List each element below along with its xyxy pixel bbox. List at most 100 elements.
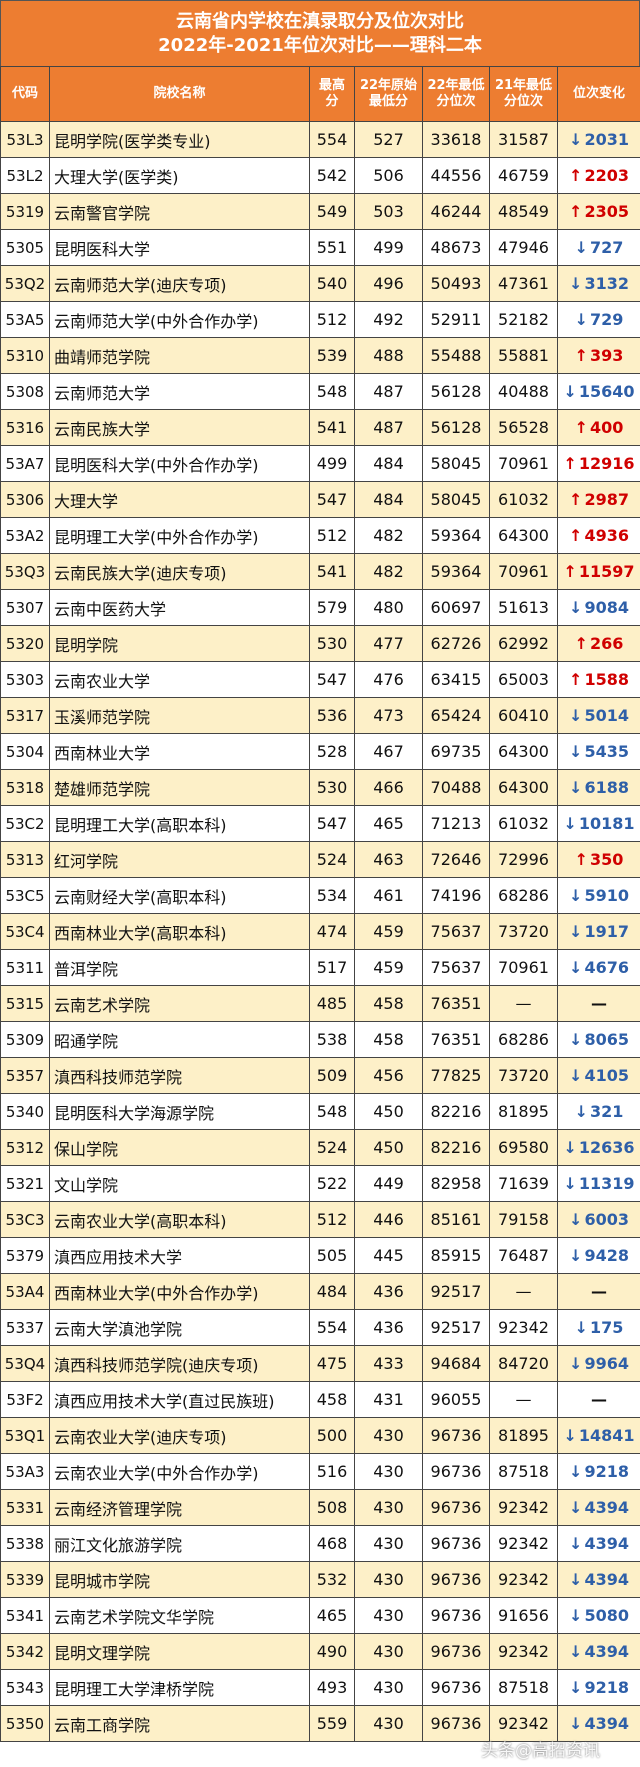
cell-school-name: 云南师范大学 [49,373,310,410]
arrow-down-icon: ↓ [563,1138,577,1157]
cell-min-score-22: 480 [354,589,423,626]
cell-code: 5311 [0,949,50,986]
cell-rank-change: ↓ 3132 [557,265,640,302]
arrow-up-icon: ↑ [563,454,577,473]
cell-rank-change: — [557,1381,640,1418]
cell-code: 53L2 [0,157,50,194]
cell-rank-change: ↓ 5910 [557,877,640,914]
cell-min-score-22: 476 [354,661,423,698]
cell-code: 5309 [0,1021,50,1058]
cell-school-name: 昆明医科大学(中外合作办学) [49,445,310,482]
arrow-up-icon: ↑ [574,850,588,869]
cell-rank-change: ↓ 4394 [557,1561,640,1598]
table-row: 5338 丽江文化旅游学院 468 430 96736 92342 ↓ 4394 [0,1525,640,1562]
arrow-down-icon: ↓ [569,742,583,761]
cell-rank-change: ↓ 8065 [557,1021,640,1058]
cell-min-rank-22: 76351 [422,1021,490,1058]
cell-max-score: 528 [309,733,355,770]
table-row: 53F2 滇西应用技术大学(直过民族班) 458 431 96055— — [0,1381,640,1418]
cell-min-score-22: 430 [354,1525,423,1562]
table-row: 5307 云南中医药大学 579 480 60697 51613 ↓ 9084 [0,589,640,626]
arrow-down-icon: ↓ [569,1498,583,1517]
table-row: 53L2 大理大学(医学类) 542 506 44556 46759 ↑ 2203 [0,157,640,194]
rank-change-value: 10181 [578,814,635,833]
rank-change-value: 11597 [578,562,635,581]
table-row: 53A3 云南农业大学(中外合作办学) 516 430 96736 87518 ↓ 9218 [0,1453,640,1490]
table-row: 5303 云南农业大学 547 476 63415 65003 ↑ 1588 [0,661,640,698]
rank-change-value: 4394 [584,1642,629,1661]
rank-change-value: 1917 [584,922,629,941]
cell-code: 53L3 [0,121,50,158]
cell-min-rank-21: 81895 [489,1093,558,1130]
cell-school-name: 丽江文化旅游学院 [49,1525,310,1562]
cell-min-rank-21: 70961 [489,949,558,986]
cell-min-score-22: 430 [354,1489,423,1526]
cell-min-rank-22: 85161 [422,1201,490,1238]
cell-min-rank-21: 65003 [489,661,558,698]
cell-rank-change: ↑ 11597 [557,553,640,590]
cell-school-name: 西南林业大学(中外合作办学) [49,1273,310,1310]
header-school-name: 院校名称 [49,66,310,122]
cell-school-name: 云南财经大学(高职本科) [49,877,310,914]
cell-rank-change: ↓ 5014 [557,697,640,734]
cell-min-score-22: 465 [354,805,423,842]
rank-change-value: — [591,1282,607,1301]
cell-min-rank-22: 76351 [422,985,490,1022]
arrow-down-icon: ↓ [569,130,583,149]
cell-min-score-22: 527 [354,121,423,158]
table-row: 53C2 昆明理工大学(高职本科) 547 465 71213 61032 ↓ 10181 [0,805,640,842]
rank-change-value: 5014 [584,706,629,725]
arrow-up-icon: ↑ [569,526,583,545]
cell-min-score-22: 463 [354,841,423,878]
cell-max-score: 539 [309,337,355,374]
cell-min-score-22: 430 [354,1633,423,1670]
cell-school-name: 大理大学(医学类) [49,157,310,194]
cell-min-score-22: 430 [354,1561,423,1598]
cell-code: 53C2 [0,805,50,842]
cell-code: 53A4 [0,1273,50,1310]
cell-max-score: 493 [309,1669,355,1706]
cell-min-rank-22: 92517 [422,1273,490,1310]
cell-code: 5342 [0,1633,50,1670]
cell-school-name: 云南农业大学(中外合作办学) [49,1453,310,1490]
rank-change-value: 350 [590,850,624,869]
rank-change-value: 9084 [584,598,629,617]
table-row: 5308 云南师范大学 548 487 56128 40488 ↓ 15640 [0,373,640,410]
cell-min-score-22: 430 [354,1669,423,1706]
rank-change-value: 321 [590,1102,624,1121]
cell-rank-change: — [557,1273,640,1310]
arrow-down-icon: ↓ [563,382,577,401]
cell-min-rank-22: 94684 [422,1345,490,1382]
cell-max-score: 485 [309,985,355,1022]
cell-min-rank-21: 92342 [489,1309,558,1346]
rank-change-value: 9964 [584,1354,629,1373]
cell-min-rank-21: 81895 [489,1417,558,1454]
header-22-min-score: 22年原始最低分 [354,66,423,122]
arrow-down-icon: ↓ [574,1102,588,1121]
cell-max-score: 538 [309,1021,355,1058]
cell-min-score-22: 467 [354,733,423,770]
cell-min-score-22: 473 [354,697,423,734]
rank-change-value: 9218 [584,1678,629,1697]
cell-min-rank-22: 72646 [422,841,490,878]
rank-change-value: 1588 [584,670,629,689]
rank-change-value: 9428 [584,1246,629,1265]
cell-school-name: 滇西应用技术大学(直过民族班) [49,1381,310,1418]
table-row: 5337 云南大学滇池学院 554 436 92517 92342 ↓ 175 [0,1309,640,1346]
cell-max-score: 532 [309,1561,355,1598]
cell-min-score-22: 487 [354,409,423,446]
header-row: 代码 院校名称 最高分 22年原始最低分 22年最低分位次 21年最低分位次 位… [0,66,640,122]
cell-min-rank-21: 31587 [489,121,558,158]
table-row: 5320 昆明学院 530 477 62726 62992 ↑ 266 [0,625,640,662]
cell-code: 53C5 [0,877,50,914]
cell-school-name: 云南经济管理学院 [49,1489,310,1526]
cell-code: 5339 [0,1561,50,1598]
cell-min-rank-21: 70961 [489,445,558,482]
arrow-up-icon: ↑ [569,202,583,221]
cell-min-score-22: 477 [354,625,423,662]
arrow-down-icon: ↓ [574,1318,588,1337]
cell-school-name: 云南民族大学 [49,409,310,446]
table-row: 53Q1 云南农业大学(迪庆专项) 500 430 96736 81895 ↓ 14841 [0,1417,640,1454]
rank-change-value: 11319 [578,1174,635,1193]
cell-min-rank-22: 63415 [422,661,490,698]
